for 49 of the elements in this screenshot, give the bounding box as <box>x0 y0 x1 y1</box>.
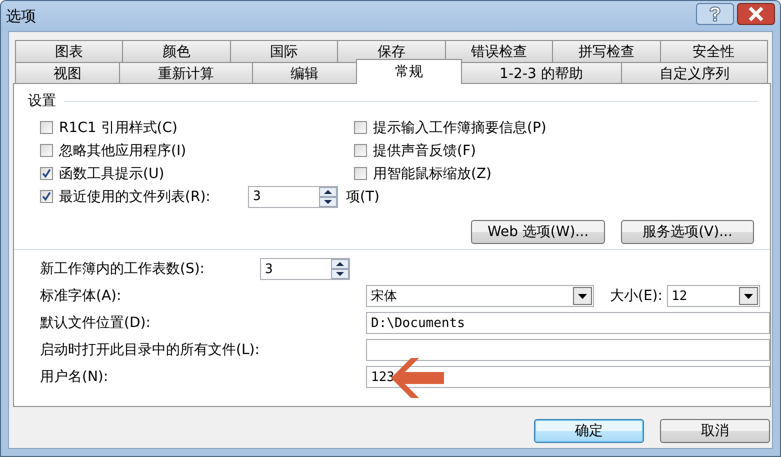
tab[interactable]: 自定义序列 <box>620 62 768 84</box>
spin-arrows-icon[interactable] <box>331 259 349 279</box>
dialog-button[interactable]: 取消 <box>660 419 770 443</box>
input-field[interactable]: D:\Documents <box>366 312 770 334</box>
window-title: 选项 <box>6 6 37 26</box>
tab[interactable]: 视图 <box>15 62 120 84</box>
checkbox[interactable] <box>40 190 53 203</box>
field-label: 标准字体(A): <box>40 287 122 305</box>
checkbox[interactable] <box>40 144 53 157</box>
tab[interactable]: 颜色 <box>122 40 231 62</box>
field-label: 用户名(N): <box>40 368 108 386</box>
checkbox[interactable] <box>40 121 53 134</box>
help-icon[interactable] <box>696 3 734 25</box>
tab[interactable]: 重新计算 <box>119 62 253 84</box>
spin-arrows-icon[interactable] <box>319 186 337 206</box>
options-button[interactable]: 服务选项(V)... <box>621 220 754 244</box>
size-dropdown[interactable]: 12 <box>666 285 760 307</box>
dialog-button[interactable]: 确定 <box>534 419 644 443</box>
tab[interactable]: 图表 <box>15 40 124 62</box>
tab[interactable]: 拼写检查 <box>552 40 661 62</box>
tab[interactable]: 错误检查 <box>444 40 554 62</box>
field-label: 默认文件位置(D): <box>40 314 150 332</box>
checkbox[interactable] <box>354 144 367 157</box>
checkbox-label: 提示输入工作簿摘要信息(P) <box>373 118 546 136</box>
tab[interactable]: 常规 <box>356 59 462 84</box>
input-field[interactable] <box>366 339 770 361</box>
tab[interactable]: 安全性 <box>660 40 768 62</box>
font-dropdown[interactable]: 宋体 <box>366 285 594 307</box>
field-label: 新工作簿内的工作表数(S): <box>40 260 205 278</box>
checkbox-label: 最近使用的文件列表(R): <box>59 188 210 206</box>
checkbox[interactable] <box>40 167 53 180</box>
checkbox-label: 用智能鼠标缩放(Z) <box>373 164 492 182</box>
unit-label: 项(T) <box>346 188 380 206</box>
field-label: 启动时打开此目录中的所有文件(L): <box>40 341 260 359</box>
checkbox[interactable] <box>354 121 367 134</box>
checkbox-label: R1C1 引用样式(C) <box>59 118 178 136</box>
field-label: 大小(E): <box>610 287 662 305</box>
checkbox[interactable] <box>354 167 367 180</box>
checkbox-label: 函数工具提示(U) <box>59 164 164 182</box>
close-icon[interactable] <box>737 3 775 25</box>
checkbox-label: 提供声音反馈(F) <box>373 142 476 160</box>
tab[interactable]: 1-2-3 的帮助 <box>460 62 622 84</box>
number-spinner[interactable]: 3 <box>248 186 338 208</box>
number-spinner[interactable]: 3 <box>260 258 350 280</box>
tab[interactable]: 编辑 <box>252 62 358 84</box>
options-button[interactable]: Web 选项(W)... <box>471 220 605 244</box>
group-label: 设置 <box>28 92 56 110</box>
tab[interactable]: 国际 <box>230 40 338 62</box>
checkbox-label: 忽略其他应用程序(I) <box>59 142 186 160</box>
